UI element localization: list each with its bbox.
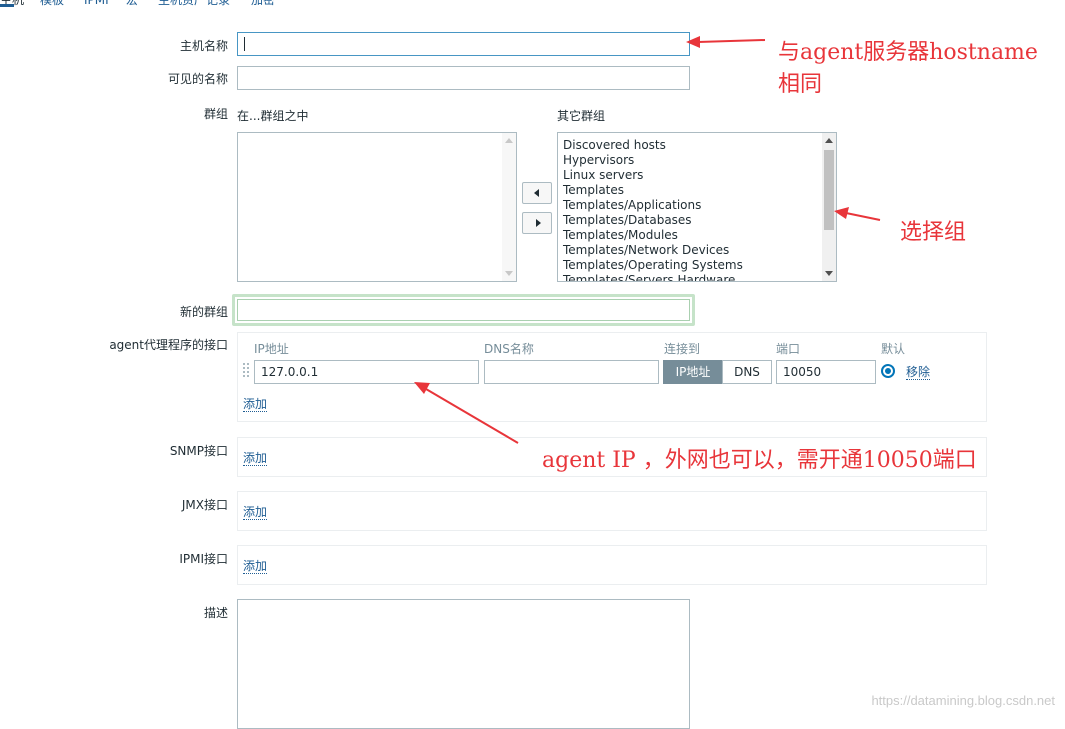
hostname-annotation-line2: 相同 <box>778 72 823 97</box>
arrowhead-ip <box>414 382 430 394</box>
annotation-arrows <box>414 36 881 444</box>
ip-annotation: agent IP ，外网也可以，需开通10050端口 <box>542 448 977 473</box>
arrow-hostname <box>697 39 766 43</box>
arrow-group <box>845 212 881 221</box>
arrowhead-group <box>834 207 849 219</box>
arrowhead-hostname <box>686 36 700 48</box>
group-annotation: 选择组 <box>900 220 967 245</box>
hostname-annotation: 与agent服务器hostname <box>778 40 1038 65</box>
arrow-ip <box>425 388 519 444</box>
watermark: https://datamining.blog.csdn.net <box>871 693 1055 708</box>
